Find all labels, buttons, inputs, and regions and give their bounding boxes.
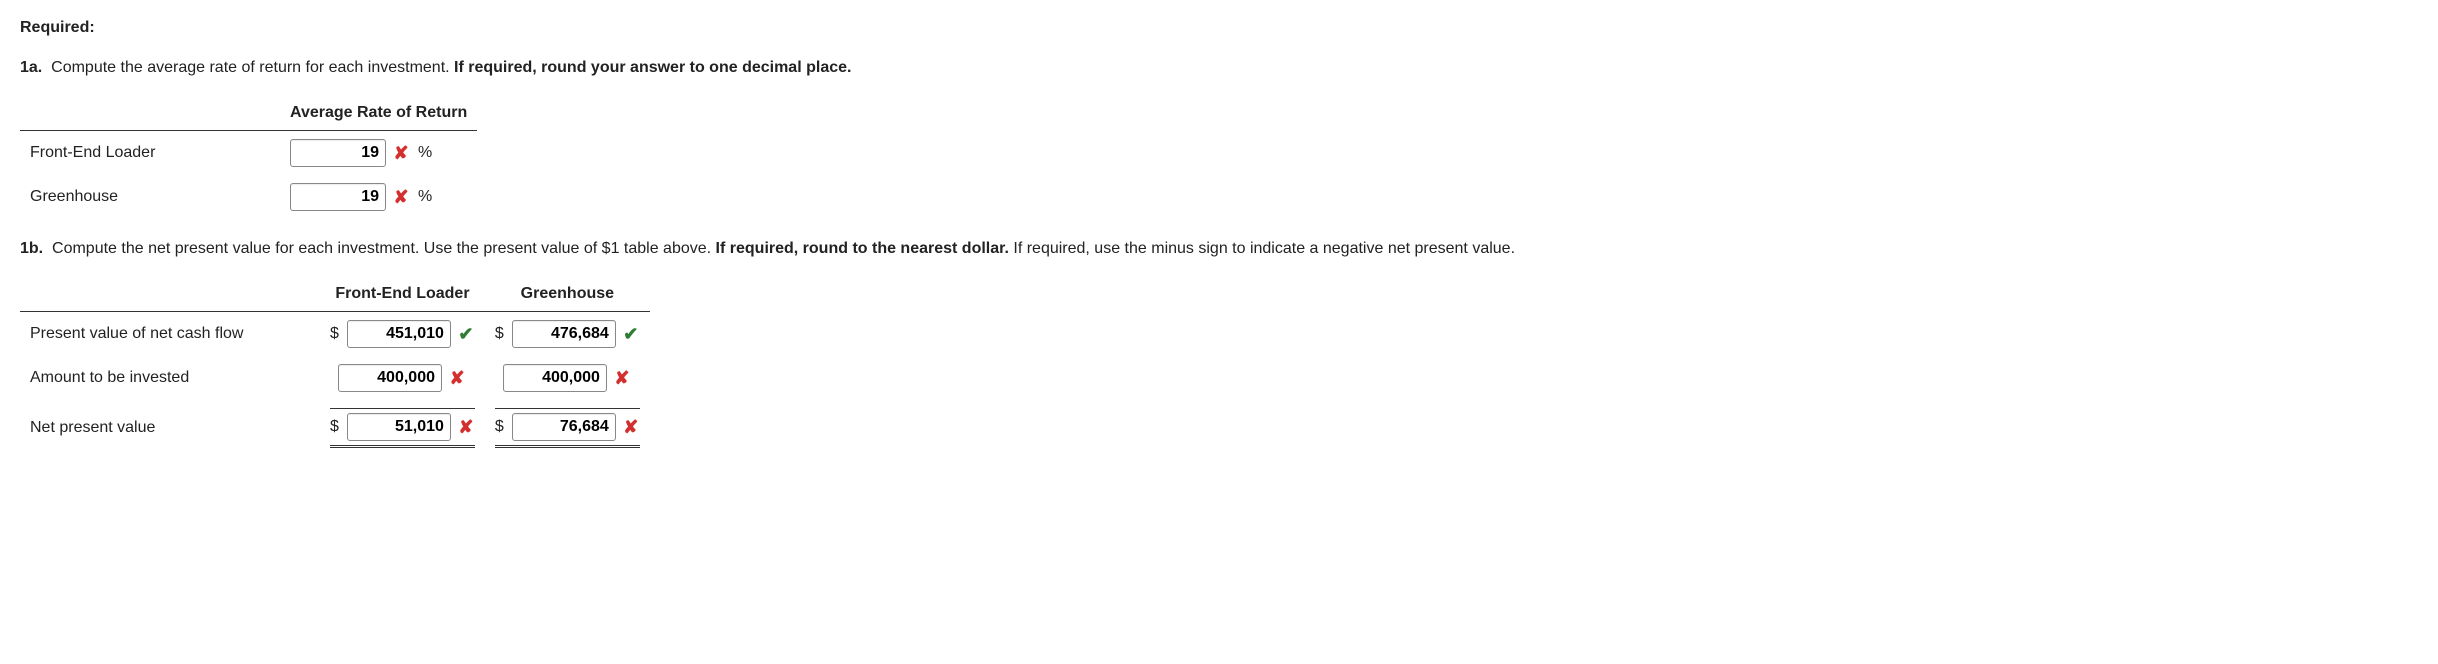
header-avg-rate: Average Rate of Return [280, 96, 477, 131]
table-row: Amount to be invested ✘ ✘ [20, 356, 650, 400]
check-icon: ✔ [622, 324, 640, 345]
q1a-text: Compute the average rate of return for e… [51, 59, 449, 76]
avg-rate-input-greenhouse[interactable] [290, 183, 386, 211]
wrong-icon: ✘ [457, 417, 475, 438]
q1a-number: 1a. [20, 59, 42, 76]
row-label: Front-End Loader [20, 131, 280, 176]
question-1a: 1a. Compute the average rate of return f… [20, 56, 2418, 80]
percent-label: % [418, 188, 432, 206]
currency-label: $ [495, 325, 504, 343]
wrong-icon: ✘ [392, 143, 410, 164]
blank-header [20, 277, 320, 312]
table-row: Front-End Loader ✘ % [20, 131, 477, 176]
currency-label: $ [495, 418, 504, 436]
pv-input-greenhouse[interactable] [512, 320, 616, 348]
q1a-bold-tail: If required, round your answer to one de… [454, 59, 851, 76]
row-label: Net present value [20, 400, 320, 456]
q1b-text: Compute the net present value for each i… [52, 240, 711, 257]
question-1b: 1b. Compute the net present value for ea… [20, 237, 2418, 261]
amount-input-frontend[interactable] [338, 364, 442, 392]
currency-label: $ [330, 325, 339, 343]
col-header-greenhouse: Greenhouse [485, 277, 650, 312]
col-header-frontend: Front-End Loader [320, 277, 485, 312]
wrong-icon: ✘ [392, 187, 410, 208]
row-label: Amount to be invested [20, 356, 320, 400]
amount-input-greenhouse[interactable] [503, 364, 607, 392]
wrong-icon: ✘ [613, 368, 631, 389]
avg-rate-input-frontend[interactable] [290, 139, 386, 167]
percent-label: % [418, 144, 432, 162]
table-npv: Front-End Loader Greenhouse Present valu… [20, 277, 650, 456]
q1b-bold-tail: If required, round to the nearest dollar… [716, 240, 1009, 257]
npv-input-greenhouse[interactable] [512, 413, 616, 441]
blank-header [20, 96, 280, 131]
currency-label: $ [330, 418, 339, 436]
q1b-number: 1b. [20, 240, 43, 257]
table-average-rate: Average Rate of Return Front-End Loader … [20, 96, 477, 219]
check-icon: ✔ [457, 324, 475, 345]
row-label: Present value of net cash flow [20, 312, 320, 357]
wrong-icon: ✘ [448, 368, 466, 389]
required-heading: Required: [20, 16, 2418, 40]
npv-input-frontend[interactable] [347, 413, 451, 441]
table-row: Present value of net cash flow $ ✔ $ ✔ [20, 312, 650, 357]
row-label: Greenhouse [20, 175, 280, 219]
pv-input-frontend[interactable] [347, 320, 451, 348]
q1b-tail2: If required, use the minus sign to indic… [1013, 240, 1515, 257]
wrong-icon: ✘ [622, 417, 640, 438]
table-row: Net present value $ ✘ $ ✘ [20, 400, 650, 456]
table-row: Greenhouse ✘ % [20, 175, 477, 219]
